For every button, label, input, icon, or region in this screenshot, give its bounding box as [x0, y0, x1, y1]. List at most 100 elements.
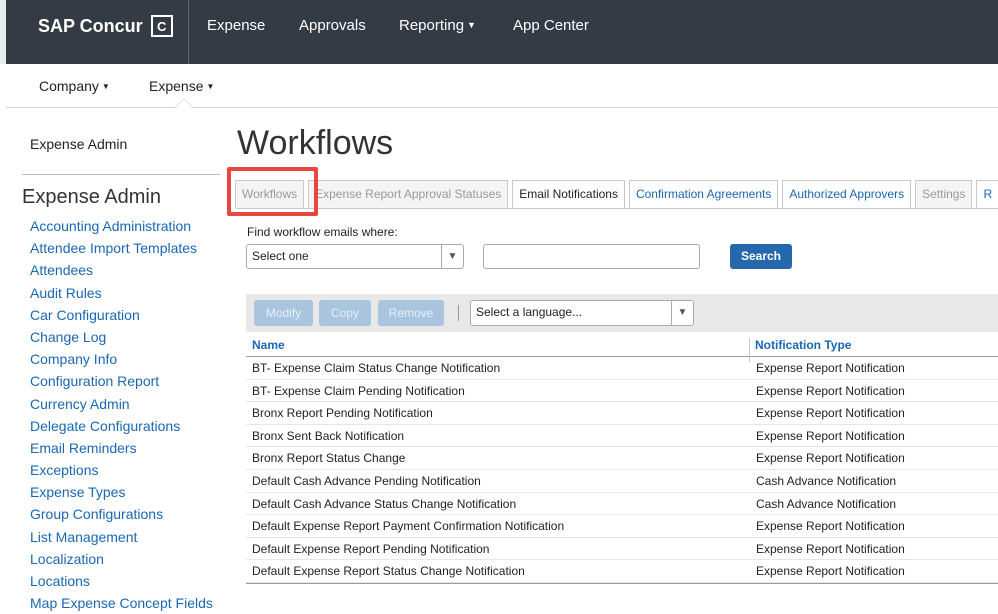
tab-expense-report-approval-statuses[interactable]: Expense Report Approval Statuses	[308, 180, 509, 209]
sidebar-item-list-management[interactable]: List Management	[30, 528, 213, 550]
cell-notification-type: Cash Advance Notification	[756, 496, 897, 511]
sidebar-item-map-expense-concept-fields[interactable]: Map Expense Concept Fields	[30, 594, 213, 614]
table-row[interactable]: Default Cash Advance Status Change Notif…	[246, 493, 998, 516]
subnav-expense[interactable]: Expense ▼	[149, 78, 214, 94]
table-row[interactable]: Bronx Report Pending Notification Expense…	[246, 402, 998, 425]
tab-overflow[interactable]: R	[976, 180, 998, 209]
cell-name: Default Cash Advance Status Change Notif…	[252, 496, 517, 511]
sidebar-item-attendee-import-templates[interactable]: Attendee Import Templates	[30, 239, 213, 261]
tab-settings[interactable]: Settings	[915, 180, 973, 209]
active-menu-pointer	[174, 98, 194, 108]
cell-name: BT- Expense Claim Pending Notification	[252, 383, 465, 398]
cell-name: Default Cash Advance Pending Notificatio…	[252, 473, 481, 488]
table-body: BT- Expense Claim Status Change Notifica…	[246, 357, 998, 583]
modify-button[interactable]: Modify	[254, 300, 313, 326]
cell-notification-type: Expense Report Notification	[756, 451, 905, 466]
window-edge	[0, 0, 6, 64]
sidebar-item-audit-rules[interactable]: Audit Rules	[30, 284, 213, 306]
column-header-notification-type[interactable]: Notification Type	[755, 338, 851, 352]
chevron-down-icon: ▼	[441, 245, 463, 268]
table-header: Name Notification Type	[246, 333, 998, 362]
notifications-table: Name Notification Type BT- Expense Claim…	[246, 333, 998, 583]
sidebar-item-accounting-administration[interactable]: Accounting Administration	[30, 217, 213, 239]
table-row[interactable]: Bronx Report Status Change Expense Report…	[246, 447, 998, 470]
cell-name: BT- Expense Claim Status Change Notifica…	[252, 361, 501, 375]
copy-button[interactable]: Copy	[319, 300, 371, 326]
cell-notification-type: Cash Advance Notification	[756, 473, 897, 488]
cell-name: Bronx Sent Back Notification	[252, 428, 405, 443]
subnav-company-label: Company	[39, 78, 99, 94]
caret-down-icon: ▼	[467, 20, 476, 30]
tab-baseline	[237, 208, 998, 209]
concur-logo-icon: C	[150, 15, 173, 37]
filter-select[interactable]: Select one ▼	[246, 244, 464, 269]
cell-notification-type: Expense Report Notification	[756, 383, 905, 398]
sidebar-top-link[interactable]: Expense Admin	[30, 136, 127, 152]
tab-email-notifications[interactable]: Email Notifications	[512, 180, 625, 209]
table-row[interactable]: Default Cash Advance Pending Notificatio…	[246, 470, 998, 493]
cell-notification-type: Expense Report Notification	[756, 541, 905, 556]
topnav-app-center-label: App Center	[513, 17, 589, 34]
sidebar-item-email-reminders[interactable]: Email Reminders	[30, 439, 213, 461]
sidebar-item-company-info[interactable]: Company Info	[30, 350, 213, 372]
cell-notification-type: Expense Report Notification	[756, 361, 905, 375]
cell-name: Bronx Report Status Change	[252, 451, 406, 466]
search-button[interactable]: Search	[730, 244, 792, 269]
sidebar-item-group-configurations[interactable]: Group Configurations	[30, 505, 213, 527]
sidebar-item-configuration-report[interactable]: Configuration Report	[30, 372, 213, 394]
brand-logo[interactable]: SAP Concur C	[38, 14, 173, 38]
cell-notification-type: Expense Report Notification	[756, 519, 905, 534]
sidebar-item-delegate-configurations[interactable]: Delegate Configurations	[30, 417, 213, 439]
sidebar-item-expense-types[interactable]: Expense Types	[30, 483, 213, 505]
cell-name: Default Expense Report Pending Notificat…	[252, 541, 490, 556]
grid-toolbar: Modify Copy Remove Select a language... …	[246, 294, 998, 332]
topnav-expense[interactable]: Expense	[207, 17, 265, 34]
chevron-down-icon: ▼	[671, 301, 693, 325]
sidebar-item-localization[interactable]: Localization	[30, 550, 213, 572]
search-input[interactable]	[483, 244, 700, 269]
cell-notification-type: Expense Report Notification	[756, 564, 905, 579]
find-label: Find workflow emails where:	[247, 225, 398, 239]
subnav-expense-label: Expense	[149, 78, 204, 94]
table-row[interactable]: Default Expense Report Status Change Not…	[246, 560, 998, 583]
tab-bar: Workflows Expense Report Approval Status…	[235, 180, 998, 209]
page-title: Workflows	[237, 124, 394, 162]
subnav-company[interactable]: Company ▼	[39, 78, 110, 94]
tab-authorized-approvers[interactable]: Authorized Approvers	[782, 180, 912, 209]
topnav-approvals[interactable]: Approvals	[299, 17, 366, 34]
highlight-box	[227, 167, 318, 216]
language-select-value: Select a language...	[476, 305, 583, 319]
cell-name: Bronx Report Pending Notification	[252, 406, 433, 421]
cell-notification-type: Expense Report Notification	[756, 406, 905, 421]
caret-down-icon: ▼	[206, 82, 215, 91]
sidebar-item-attendees[interactable]: Attendees	[30, 261, 213, 283]
column-header-name[interactable]: Name	[252, 338, 285, 352]
table-row[interactable]: Bronx Sent Back Notification Expense Repo…	[246, 425, 998, 448]
sidebar-item-locations[interactable]: Locations	[30, 572, 213, 594]
sidebar-item-currency-admin[interactable]: Currency Admin	[30, 395, 213, 417]
topnav-reporting[interactable]: Reporting ▼	[399, 17, 476, 34]
cell-notification-type: Expense Report Notification	[756, 428, 905, 443]
cell-name: Default Expense Report Status Change Not…	[252, 564, 525, 579]
sidebar-item-change-log[interactable]: Change Log	[30, 328, 213, 350]
sidebar-item-car-configuration[interactable]: Car Configuration	[30, 306, 213, 328]
sidebar-item-exceptions[interactable]: Exceptions	[30, 461, 213, 483]
tab-confirmation-agreements[interactable]: Confirmation Agreements	[628, 180, 779, 209]
table-row[interactable]: BT- Expense Claim Pending Notification Ex…	[246, 380, 998, 403]
language-select[interactable]: Select a language... ▼	[470, 300, 694, 326]
topnav-expense-label: Expense	[207, 17, 266, 34]
table-bottom-border	[246, 583, 998, 584]
sidebar-divider	[22, 174, 220, 175]
table-row[interactable]: Default Expense Report Payment Confirmat…	[246, 515, 998, 538]
toolbar-separator	[458, 305, 459, 321]
remove-button[interactable]: Remove	[378, 300, 444, 326]
table-row[interactable]: Default Expense Report Pending Notificat…	[246, 538, 998, 561]
cell-name: Default Expense Report Payment Confirmat…	[252, 519, 565, 534]
sidebar-heading: Expense Admin	[22, 186, 161, 208]
sub-navigation-bar: Company ▼ Expense ▼	[6, 64, 998, 108]
topnav-app-center[interactable]: App Center	[513, 17, 589, 34]
table-row[interactable]: BT- Expense Claim Status Change Notifica…	[246, 357, 998, 380]
topnav-approvals-label: Approvals	[299, 17, 366, 34]
top-navigation-bar: SAP Concur C Expense Approvals Reporting…	[0, 0, 998, 64]
sidebar-menu: Accounting Administration Attendee Impor…	[30, 217, 213, 614]
